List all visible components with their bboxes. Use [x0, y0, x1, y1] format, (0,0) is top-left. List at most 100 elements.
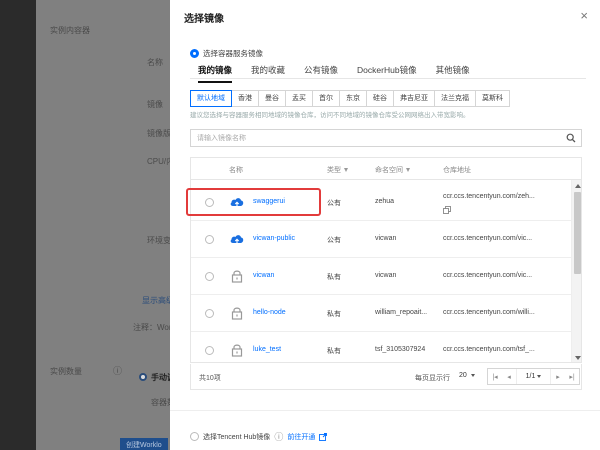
modal-title: 选择镜像 [184, 14, 224, 25]
per-page-value: 20 [459, 372, 467, 379]
bg-label-env: 环境变 [147, 236, 171, 245]
next-page-icon[interactable]: ▸ [551, 373, 565, 381]
scroll-thumb[interactable] [574, 192, 581, 274]
row-type: 私有 [327, 348, 341, 355]
row-type: 公有 [327, 237, 341, 244]
row-name[interactable]: vicwan [253, 272, 274, 279]
page-select[interactable]: 1/1 [516, 369, 551, 384]
lock-icon [231, 270, 243, 283]
table-row[interactable]: vicwan 私有 vicwan ccr.ccs.tencentyun.com/… [191, 258, 571, 295]
tab-my-favorites[interactable]: 我的收藏 [251, 62, 285, 83]
radio-selected-icon[interactable] [190, 49, 199, 58]
table-row[interactable]: luke_test 私有 tsf_3105307924 ccr.ccs.tenc… [191, 332, 571, 362]
external-link-icon[interactable] [319, 432, 328, 441]
filter-icon[interactable] [344, 168, 348, 172]
row-address: ccr.ccs.tencentyun.com/willi... [443, 309, 535, 316]
region-frankfurt[interactable]: 法兰克福 [434, 90, 476, 107]
bg-note: 注释：Wor [133, 323, 172, 332]
header-address: 仓库地址 [443, 167, 471, 174]
row-namespace: william_repoait... [375, 309, 428, 316]
chevron-down-icon [537, 374, 542, 378]
prev-page-icon[interactable]: ◂ [502, 373, 516, 381]
region-hint: 建议您选择与容器服务相同地域的镜像仓库，访问不同地域的镜像仓库受公网网络出入带宽… [190, 112, 470, 119]
row-radio[interactable] [205, 309, 214, 318]
bg-label-name: 名称 [147, 58, 163, 67]
table-row[interactable]: hello-node 私有 william_repoait... ccr.ccs… [191, 295, 571, 332]
lock-icon [231, 344, 243, 357]
row-namespace: zehua [375, 198, 395, 205]
highlight-annotation [186, 188, 321, 216]
tabs-divider [190, 78, 586, 79]
total-count: 共10项 [199, 375, 221, 382]
tencent-hub-option[interactable]: 选择Tencent Hub镜像 ⓘ 前往开通 [190, 430, 328, 443]
region-default[interactable]: 默认地域 [190, 90, 232, 107]
row-type: 私有 [327, 274, 341, 281]
select-image-modal: 选择镜像 × 选择容器服务镜像 我的镜像 我的收藏 公有镜像 DockerHub… [170, 0, 600, 450]
info-icon: ⓘ [113, 366, 123, 376]
table-row[interactable]: vicwan-public 公有 vicwan ccr.ccs.tencenty… [191, 221, 571, 258]
tencent-hub-radio[interactable] [190, 432, 199, 441]
header-name: 名称 [229, 167, 243, 174]
copy-icon[interactable] [443, 206, 451, 214]
scroll-down-icon[interactable] [575, 356, 581, 360]
per-page-select[interactable]: 20 [459, 372, 475, 379]
bg-manual-radio[interactable] [139, 373, 147, 381]
row-namespace: vicwan [375, 272, 397, 279]
page-value: 1/1 [525, 373, 536, 380]
region-bangkok[interactable]: 曼谷 [258, 90, 286, 107]
container-image-option[interactable]: 选择容器服务镜像 [190, 48, 263, 59]
row-name[interactable]: hello-node [253, 309, 286, 316]
row-address: ccr.ccs.tencentyun.com/tsf_... [443, 346, 535, 353]
close-icon[interactable]: × [580, 8, 588, 23]
bg-create-button[interactable]: 创建Worklo [120, 438, 168, 450]
image-tabs: 我的镜像 我的收藏 公有镜像 DockerHub镜像 其他镜像 [198, 62, 489, 83]
search-icon[interactable] [566, 133, 576, 143]
tab-my-images[interactable]: 我的镜像 [198, 62, 233, 83]
region-mumbai[interactable]: 孟买 [285, 90, 313, 107]
region-hongkong[interactable]: 香港 [231, 90, 259, 107]
region-selector: 默认地域 香港 曼谷 孟买 首尔 东京 硅谷 弗吉尼亚 法兰克福 莫斯科 [190, 90, 510, 107]
tencent-hub-label: 选择Tencent Hub镜像 [203, 433, 271, 441]
row-namespace: vicwan [375, 235, 397, 242]
header-type[interactable]: 类型 [327, 165, 348, 175]
row-address: ccr.ccs.tencentyun.com/zeh... [443, 193, 535, 200]
page-navigator: |◂ ◂ 1/1 ▸ ▸| [487, 368, 580, 385]
tab-public-images[interactable]: 公有镜像 [304, 62, 338, 83]
scroll-up-icon[interactable] [575, 184, 581, 188]
region-moscow[interactable]: 莫斯科 [475, 90, 510, 107]
per-page-label: 每页显示行 [415, 375, 450, 382]
bg-label-image: 镜像 [147, 100, 163, 109]
activate-link[interactable]: 前往开通 [287, 432, 315, 442]
row-address: ccr.ccs.tencentyun.com/vic... [443, 272, 533, 279]
lock-icon [231, 307, 243, 320]
chevron-down-icon [470, 374, 475, 377]
background-sidebar [0, 0, 36, 450]
row-type: 公有 [327, 200, 341, 207]
bg-label-instances: 实例数量 [50, 367, 82, 376]
row-radio[interactable] [205, 272, 214, 281]
region-virginia[interactable]: 弗吉尼亚 [393, 90, 435, 107]
last-page-icon[interactable]: ▸| [565, 373, 579, 381]
container-image-option-label: 选择容器服务镜像 [203, 49, 263, 58]
table-header: 名称 类型 命名空间 仓库地址 [191, 158, 581, 180]
row-type: 私有 [327, 311, 341, 318]
header-namespace[interactable]: 命名空间 [375, 165, 410, 175]
first-page-icon[interactable]: |◂ [488, 373, 502, 381]
row-radio[interactable] [205, 235, 214, 244]
footer-divider [170, 410, 600, 411]
row-name[interactable]: vicwan-public [253, 235, 295, 242]
region-tokyo[interactable]: 东京 [339, 90, 367, 107]
search-box [190, 129, 582, 147]
region-silicon-valley[interactable]: 硅谷 [366, 90, 394, 107]
row-radio[interactable] [205, 346, 214, 355]
table-scrollbar[interactable] [571, 180, 581, 362]
row-address: ccr.ccs.tencentyun.com/vic... [443, 235, 533, 242]
tab-other-images[interactable]: 其他镜像 [436, 62, 470, 83]
region-seoul[interactable]: 首尔 [312, 90, 340, 107]
row-name[interactable]: luke_test [253, 346, 281, 353]
filter-icon[interactable] [406, 168, 410, 172]
info-icon: ⓘ [274, 432, 284, 442]
bg-label-image-version: 镜像版 [147, 129, 171, 138]
search-input[interactable] [191, 130, 551, 146]
tab-dockerhub-images[interactable]: DockerHub镜像 [357, 62, 417, 83]
